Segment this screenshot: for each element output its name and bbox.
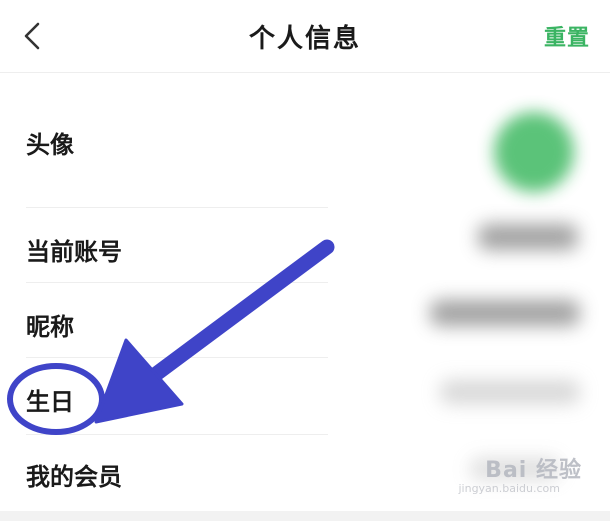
row-label-nickname: 昵称 — [26, 313, 74, 341]
avatar[interactable] — [494, 112, 574, 192]
row-label-current-account: 当前账号 — [26, 238, 122, 266]
page-title: 个人信息 — [248, 24, 361, 54]
reset-button[interactable]: 重置 — [544, 20, 590, 52]
nickname-value — [430, 300, 580, 326]
watermark: Bai 经验 — [485, 458, 582, 483]
row-label-birthday: 生日 — [26, 388, 74, 416]
current-account-value — [478, 224, 578, 250]
row-label-my-membership: 我的会员 — [26, 463, 122, 491]
birthday-value — [440, 380, 580, 404]
top-bar: 个人信息 重置 — [0, 0, 610, 73]
watermark-url: jingyan.baidu.com — [458, 482, 560, 495]
bottom-section-gap — [0, 511, 610, 521]
row-label-avatar: 头像 — [26, 131, 74, 159]
